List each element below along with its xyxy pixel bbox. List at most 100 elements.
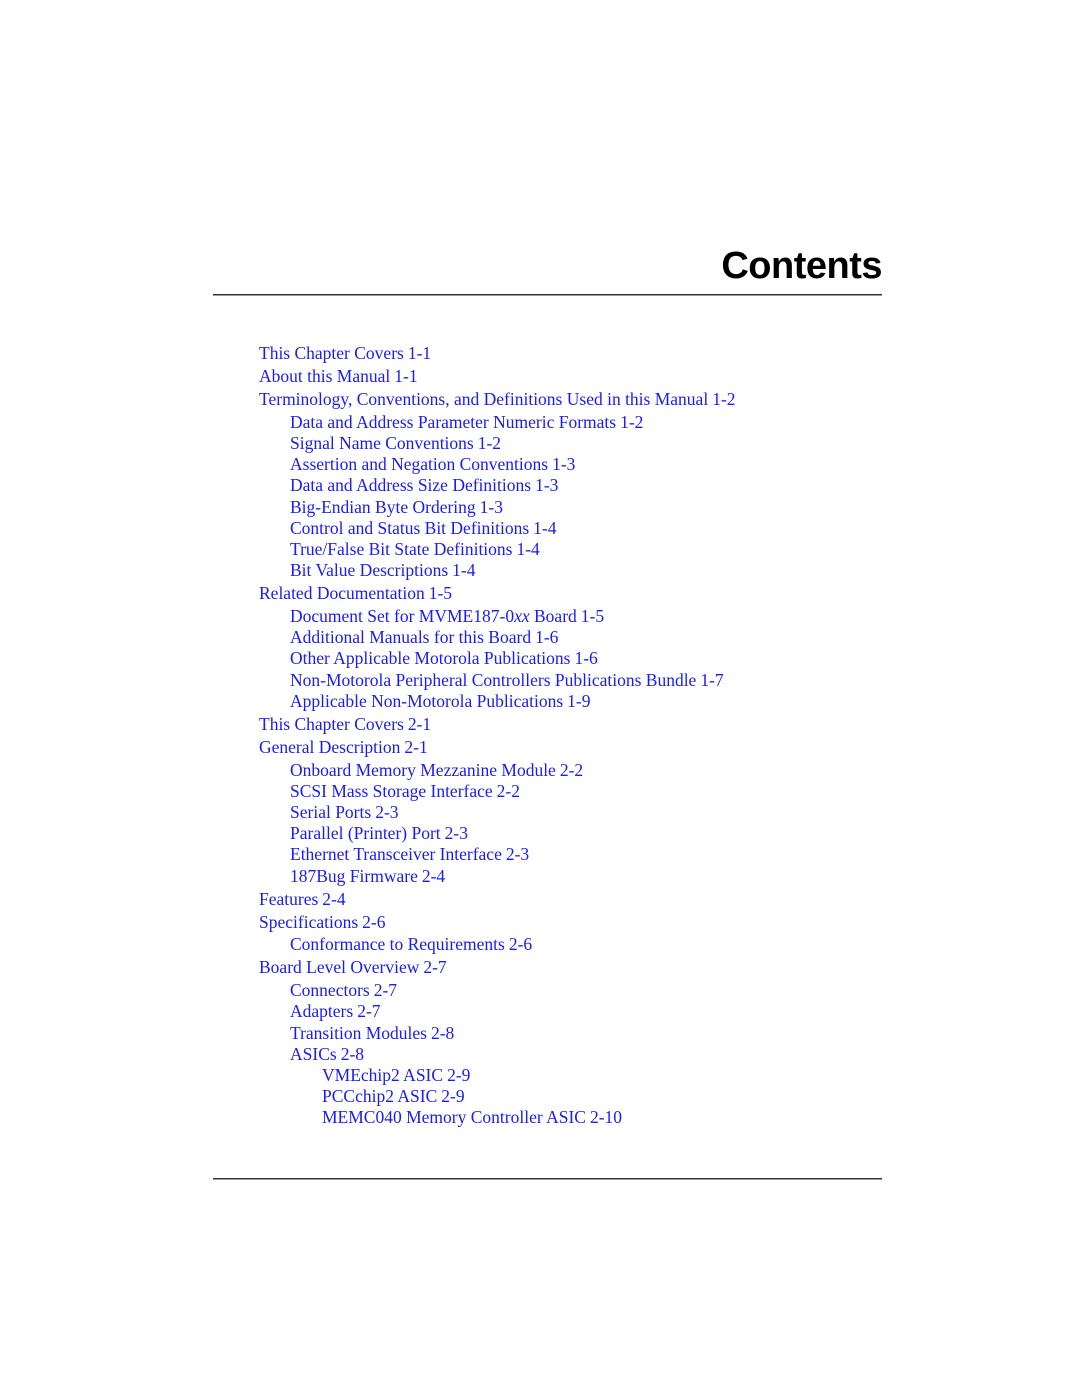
toc-entry-title: Specifications	[259, 911, 359, 932]
toc-entry[interactable]: 187Bug Firmware 2-4	[259, 866, 736, 887]
toc-entry-title: Transition Modules	[290, 1022, 427, 1043]
toc-entry-title: About this Manual	[259, 366, 391, 386]
toc-entry[interactable]: Related Documentation 1-5	[259, 583, 736, 604]
toc-entry-title: SCSI Mass Storage Interface	[290, 780, 493, 801]
toc-entry[interactable]: True/False Bit State Definitions 1-4	[259, 539, 736, 560]
toc-entry[interactable]: Other Applicable Motorola Publications 1-…	[259, 648, 736, 669]
footer-rule	[213, 1178, 882, 1180]
toc-entry-title: ASICs	[290, 1043, 337, 1064]
toc-entry-page-number: 2-7	[373, 980, 398, 1001]
toc-entry-title-italic: xx	[514, 606, 530, 627]
toc-entry-page-number: 2-3	[505, 844, 530, 865]
toc-entry[interactable]: Conformance to Requirements 2-6	[259, 934, 736, 955]
toc-entry-page-number: 2-2	[496, 780, 520, 801]
header-rule	[213, 294, 882, 296]
toc-entry-title: Onboard Memory Mezzanine Module	[290, 759, 556, 780]
toc-entry[interactable]: Data and Address Size Definitions 1-3	[259, 475, 736, 496]
toc-entry-page-number: 2-7	[423, 957, 447, 978]
toc-entry-page-number: 1-6	[535, 627, 559, 648]
toc-entry-title: Parallel (Printer) Port	[290, 823, 441, 844]
toc-entry-page-number: 2-9	[447, 1065, 471, 1086]
toc-entry-page-number: 1-9	[567, 690, 591, 711]
toc-entry[interactable]: General Description 2-1	[259, 737, 736, 758]
toc-entry-title: Ethernet Transceiver Interface	[290, 844, 502, 865]
toc-entry[interactable]: Applicable Non-Motorola Publications 1-9	[259, 691, 736, 712]
toc-entry-title: Data and Address Size Definitions	[290, 475, 532, 496]
toc-entry-title: Related Documentation	[259, 583, 425, 604]
toc-entry-title: Data and Address Parameter Numeric Forma…	[290, 411, 617, 432]
toc-entry-title: Control and Status Bit Definitions	[290, 517, 530, 538]
toc-entry-page-number: 2-3	[444, 823, 468, 844]
toc-entry-page-number: 2-10	[589, 1107, 623, 1128]
toc-entry-title: Conformance to Requirements	[290, 934, 505, 955]
toc-entry-page-number: 1-5	[428, 583, 453, 604]
toc-entry[interactable]: Bit Value Descriptions 1-4	[259, 560, 736, 581]
toc-entry[interactable]: Board Level Overview 2-7	[259, 957, 736, 978]
toc-entry-title: This Chapter Covers	[259, 343, 404, 363]
toc-entry-page-number: 2-8	[430, 1022, 455, 1043]
toc-entry-title: Adapters	[290, 1001, 354, 1022]
toc-entry[interactable]: Data and Address Parameter Numeric Forma…	[259, 412, 736, 433]
toc-entry[interactable]: Serial Ports 2-3	[259, 802, 736, 823]
toc-entry[interactable]: This Chapter Covers 2-1	[259, 714, 736, 735]
toc-entry-page-number: 1-7	[700, 669, 724, 690]
toc-entry[interactable]: Adapters 2-7	[259, 1001, 736, 1022]
toc-entry-title: Signal Name Conventions	[290, 433, 474, 453]
toc-entry[interactable]: Signal Name Conventions 1-2	[259, 433, 736, 454]
toc-entry-page-number: 2-8	[340, 1043, 365, 1064]
toc-entry[interactable]: Specifications 2-6	[259, 912, 736, 933]
toc-entry-title: This Chapter Covers	[259, 713, 404, 734]
toc-entry-title: 187Bug Firmware	[290, 865, 418, 886]
toc-entry-page-number: 1-3	[479, 496, 503, 517]
toc-entry[interactable]: PCCchip2 ASIC 2-9	[259, 1086, 736, 1107]
toc-entry-page-number: 2-6	[362, 911, 386, 932]
toc-entry-page-number: 2-6	[508, 934, 533, 955]
toc-entry-title: Terminology, Conventions, and Definition…	[259, 389, 709, 409]
toc-entry[interactable]: Non-Motorola Peripheral Controllers Publ…	[259, 670, 736, 691]
toc-entry[interactable]: Ethernet Transceiver Interface 2-3	[259, 844, 736, 865]
toc-entry-title: PCCchip2 ASIC	[322, 1086, 438, 1107]
toc-entry-title: Non-Motorola Peripheral Controllers Publ…	[290, 669, 697, 690]
table-of-contents: This Chapter Covers 1-1 About this Manual 1…	[259, 343, 736, 1129]
toc-entry[interactable]: VMEchip2 ASIC 2-9	[259, 1065, 736, 1086]
toc-entry[interactable]: About this Manual 1-1	[259, 366, 736, 387]
toc-entry-page-number: 2-1	[407, 713, 432, 734]
toc-entry[interactable]: Additional Manuals for this Board 1-6	[259, 627, 736, 648]
toc-entry-page-number: 1-2	[477, 433, 502, 453]
toc-entry[interactable]: MEMC040 Memory Controller ASIC 2-10	[259, 1107, 736, 1128]
toc-entry-page-number: 1-5	[580, 606, 605, 627]
toc-entry-title-suffix: Board	[529, 606, 577, 627]
toc-entry-page-number: 1-3	[552, 454, 576, 475]
toc-entry-page-number: 1-2	[712, 389, 736, 409]
toc-entry[interactable]: Features 2-4	[259, 889, 736, 910]
toc-entry[interactable]: SCSI Mass Storage Interface 2-2	[259, 781, 736, 802]
toc-entry[interactable]: This Chapter Covers 1-1	[259, 343, 736, 364]
toc-entry-title: Other Applicable Motorola Publications	[290, 648, 571, 669]
toc-entry[interactable]: Control and Status Bit Definitions 1-4	[259, 518, 736, 539]
toc-entry-title: Big-Endian Byte Ordering	[290, 496, 476, 517]
toc-entry[interactable]: ASICs 2-8	[259, 1044, 736, 1065]
toc-entry-title: General Description	[259, 736, 401, 757]
toc-entry-page-number: 1-4	[452, 560, 476, 581]
toc-entry[interactable]: Document Set for MVME187-0xx Board 1-5	[259, 606, 736, 627]
toc-entry-title: Features	[259, 888, 319, 909]
toc-entry[interactable]: Big-Endian Byte Ordering 1-3	[259, 497, 736, 518]
toc-entry-page-number: 2-7	[357, 1001, 381, 1022]
toc-entry-page-number: 1-4	[516, 539, 540, 560]
toc-entry-page-number: 1-4	[533, 517, 557, 538]
toc-entry[interactable]: Connectors 2-7	[259, 980, 736, 1001]
toc-entry-page-number: 2-4	[421, 865, 446, 886]
page-title: Contents	[721, 245, 882, 287]
toc-entry[interactable]: Parallel (Printer) Port 2-3	[259, 823, 736, 844]
toc-entry-page-number: 2-1	[404, 736, 428, 757]
toc-entry-title: Board Level Overview	[259, 957, 420, 978]
toc-entry-title: Bit Value Descriptions	[290, 560, 449, 581]
toc-entry-page-number: 1-3	[535, 475, 559, 496]
toc-entry[interactable]: Onboard Memory Mezzanine Module 2-2	[259, 760, 736, 781]
toc-entry-title: True/False Bit State Definitions	[290, 539, 513, 560]
toc-entry[interactable]: Transition Modules 2-8	[259, 1023, 736, 1044]
toc-entry[interactable]: Assertion and Negation Conventions 1-3	[259, 454, 736, 475]
toc-entry-page-number: 1-1	[407, 343, 432, 363]
toc-entry[interactable]: Terminology, Conventions, and Definition…	[259, 389, 736, 410]
toc-entry-page-number: 1-1	[394, 366, 418, 386]
